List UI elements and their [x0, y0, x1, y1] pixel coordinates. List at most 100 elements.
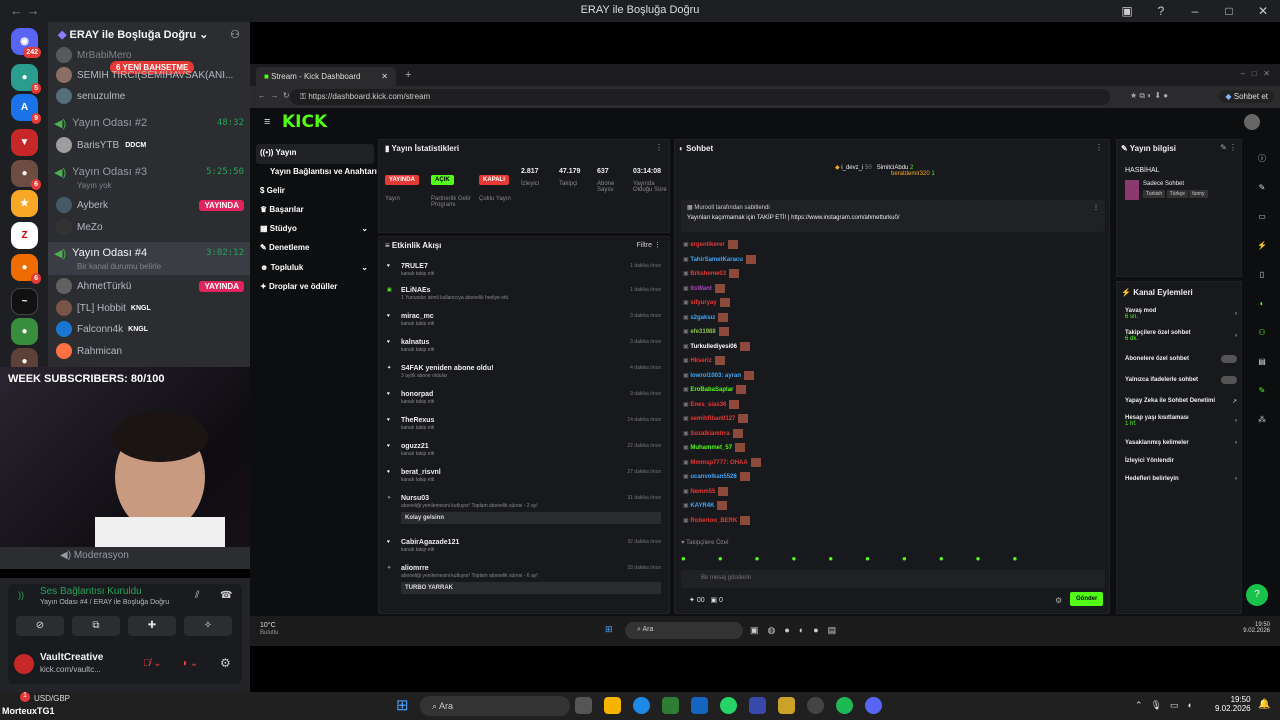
- account-age-row[interactable]: Hesap yaşı kısıtlaması 1 hf. ›: [1125, 415, 1237, 427]
- noise-icon[interactable]: ⫽: [195, 590, 199, 601]
- server-icon[interactable]: ● 5: [11, 64, 41, 94]
- weather-widget[interactable]: 10°C Bulutlu: [260, 622, 278, 636]
- mic-muted-icon[interactable]: 🎙̸ ⌄: [143, 658, 162, 669]
- server-header[interactable]: ◆ ERAY ile Boşluğa Doğru ⌄: [58, 28, 208, 41]
- search-box[interactable]: ⌕ Ara: [625, 622, 743, 639]
- discord-home-icon[interactable]: ◉ 242: [11, 28, 41, 58]
- clock[interactable]: 19:50 9.02.2026: [1243, 622, 1270, 634]
- chat-message[interactable]: ▣ Muhammet_57: [683, 443, 746, 452]
- send-button[interactable]: Gönder: [1070, 592, 1104, 606]
- app-icon[interactable]: [749, 697, 766, 714]
- help-icon[interactable]: ?: [1144, 4, 1178, 18]
- window-controls[interactable]: – □ ✕: [1241, 69, 1270, 78]
- server-icon[interactable]: ▼: [11, 129, 38, 156]
- search-box[interactable]: ⌕ Ara: [420, 696, 570, 716]
- voice-channel[interactable]: ◀) Yayın Odası #2 48:32: [54, 114, 244, 132]
- server-icon[interactable]: ●: [11, 318, 38, 345]
- obs-icon[interactable]: [807, 697, 824, 714]
- add-user-icon[interactable]: ⚇: [230, 28, 240, 41]
- clock[interactable]: 19:50 9.02.2026: [1215, 695, 1251, 713]
- voice-user[interactable]: AhmetTürkü YAYINDA: [56, 275, 244, 297]
- camera-off-button[interactable]: ⊘: [16, 616, 64, 636]
- chat-message[interactable]: ▣ Enes_sias36: [683, 399, 740, 409]
- activities-button[interactable]: ✚: [128, 616, 176, 636]
- whatsapp-icon[interactable]: [720, 697, 737, 714]
- extension-icons[interactable]: ★ ⧉ ◐ ⬇ ●: [1130, 91, 1168, 101]
- moderation-channel[interactable]: ◀) Moderasyon: [0, 547, 250, 569]
- edge-icon[interactable]: [633, 697, 650, 714]
- banned-words-row[interactable]: Yasaklanmış kelimeler ›: [1125, 440, 1237, 446]
- screen-share-button[interactable]: ⧉: [72, 616, 120, 636]
- start-icon[interactable]: ⊞: [605, 624, 613, 635]
- discord-icon[interactable]: [865, 697, 882, 714]
- chat-message[interactable]: ▣ KAYR4K: [683, 501, 728, 510]
- followers-only-row[interactable]: Takipçilere özel sohbet 6 dk. ›: [1125, 330, 1237, 342]
- server-icon[interactable]: A9: [11, 94, 41, 124]
- sidebar-item-stream[interactable]: ((•)) Yayın: [260, 148, 296, 157]
- voice-user[interactable]: SEMİH TIRCI(SEMİHAVSAK(ANI...: [56, 64, 244, 86]
- start-icon[interactable]: ⊞: [396, 697, 409, 714]
- edit-icon[interactable]: ✎ ⋮: [1220, 143, 1237, 152]
- chat-message[interactable]: ▣ TahirSametKaracu: [683, 254, 756, 264]
- close-icon[interactable]: ✕: [1246, 4, 1280, 18]
- voice-channel-active[interactable]: ◀) Yayın Odası #4 3:02:12: [54, 244, 244, 262]
- chat-message[interactable]: ▣ Hkseriz: [683, 356, 725, 365]
- voice-user[interactable]: Ayberk YAYINDA: [56, 194, 244, 216]
- chat-message[interactable]: ▣ sifyuryay: [683, 298, 730, 307]
- server-icon[interactable]: ● 6: [11, 254, 41, 284]
- sidebar-item-achievements[interactable]: ♛ Başarılar: [260, 205, 304, 214]
- channel-status[interactable]: Bir kanal durumu belirle: [77, 262, 161, 271]
- menu-icon[interactable]: ≡: [264, 116, 270, 128]
- file-explorer-icon[interactable]: [604, 697, 621, 714]
- deafen-icon[interactable]: ◑ ⌄: [181, 658, 198, 669]
- chat-message[interactable]: ▣ efe31988: [683, 327, 729, 336]
- more-icon[interactable]: ⋮: [1095, 143, 1103, 152]
- voice-channel[interactable]: ◀) Yayın Odası #3 5:25:50: [54, 163, 244, 181]
- emote-only-row[interactable]: Yalnızca ifadelerle sohbet: [1125, 376, 1237, 384]
- outlook-icon[interactable]: [691, 697, 708, 714]
- voice-user[interactable]: senuzulme: [56, 85, 244, 107]
- chat-message[interactable]: ▣ ItsWant: [683, 283, 725, 293]
- sub-only-row[interactable]: Abonelere özel sohbet: [1125, 355, 1237, 363]
- chat-settings-icon[interactable]: ⚙: [1055, 596, 1062, 605]
- tray-icons[interactable]: ⌃🎙▭◖: [1135, 700, 1200, 711]
- server-icon[interactable]: ~: [11, 288, 38, 315]
- chat-message[interactable]: ▣ EroBabaSaplar: [683, 385, 747, 394]
- pinned-apps[interactable]: ▣◍●◐●▤: [750, 625, 845, 636]
- emote-bar[interactable]: ●●●●●●●●●●: [681, 554, 1105, 563]
- ticker-widget[interactable]: USD/GBP: [34, 694, 70, 703]
- avatar[interactable]: [14, 654, 34, 674]
- minimize-icon[interactable]: –: [1178, 4, 1212, 18]
- sidebar-item-revenue[interactable]: $ Gelir: [260, 186, 285, 195]
- soundboard-button[interactable]: ✧: [184, 616, 232, 636]
- nav-icons[interactable]: ← → ↻: [258, 91, 290, 100]
- address-bar[interactable]: ⚿ https://dashboard.kick.com/stream: [290, 89, 1110, 105]
- browser-tab[interactable]: ■ Stream - Kick Dashboard ✕: [256, 67, 396, 86]
- settings-gear-icon[interactable]: ⚙: [220, 656, 231, 670]
- profile-avatar[interactable]: [1244, 114, 1260, 130]
- chat-button[interactable]: ◆ Sohbet et: [1219, 90, 1274, 103]
- store-icon[interactable]: [662, 697, 679, 714]
- chat-message[interactable]: ▣ s2gaksız: [683, 312, 729, 322]
- voice-user[interactable]: BarisYTB DDCM: [56, 134, 244, 156]
- spotify-icon[interactable]: [836, 697, 853, 714]
- chat-message[interactable]: ▣ Nemm55: [683, 486, 729, 496]
- app-icon[interactable]: [778, 697, 795, 714]
- task-view-icon[interactable]: [575, 697, 592, 714]
- goals-row[interactable]: Hedefleri belirleyin ›: [1125, 476, 1237, 482]
- support-button[interactable]: ?: [1246, 584, 1268, 606]
- chat-message[interactable]: ▣ Brksheme03: [683, 269, 740, 278]
- sidebar-item-moderation[interactable]: ✎ Denetleme: [260, 243, 309, 252]
- voice-user[interactable]: MeZo: [56, 216, 244, 238]
- server-icon[interactable]: ★: [11, 190, 38, 217]
- new-tab-icon[interactable]: +: [405, 69, 411, 81]
- window-controls[interactable]: ▣? – □ ✕: [1110, 4, 1280, 18]
- inbox-icon[interactable]: ▣: [1110, 4, 1144, 18]
- sidebar-item-community[interactable]: ☻ Topluluk ⌄: [260, 263, 368, 272]
- voice-user[interactable]: Falconn4k KNGL: [56, 318, 244, 340]
- sidebar-item-drops[interactable]: ✦ Droplar ve ödüller: [260, 282, 337, 291]
- disconnect-icon[interactable]: ☎: [220, 590, 232, 601]
- sidebar-item-studio[interactable]: ▦ Stüdyo ⌄: [260, 224, 368, 233]
- voice-user[interactable]: Rahmican: [56, 340, 244, 362]
- ai-moderation-row[interactable]: Yapay Zeka ile Sohbet Denetimi ↗: [1125, 398, 1237, 405]
